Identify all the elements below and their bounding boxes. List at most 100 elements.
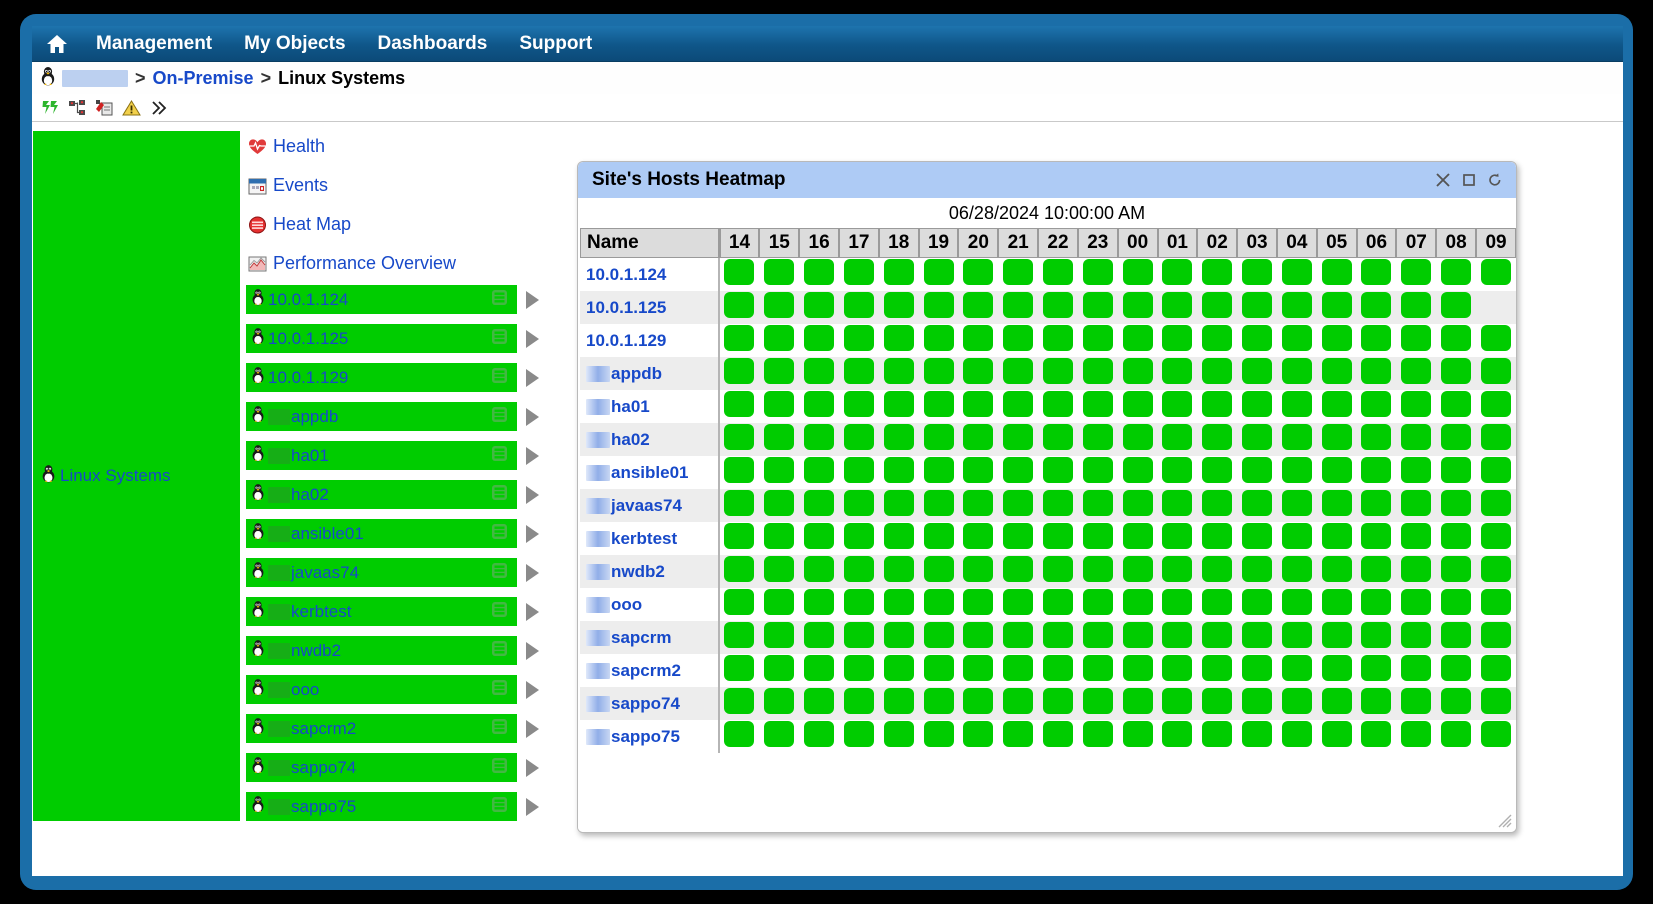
group-status-panel[interactable]: Linux Systems [33,131,240,821]
heatmap-cell[interactable] [1396,555,1437,588]
heatmap-cell[interactable] [998,291,1039,324]
host-details-icon[interactable] [490,756,509,779]
home-icon[interactable] [42,29,72,59]
heatmap-cell[interactable] [1197,324,1237,357]
expand-arrow-icon[interactable] [526,797,539,816]
heatmap-cell[interactable] [1277,456,1317,489]
heatmap-cell[interactable] [918,423,959,456]
refresh-icon[interactable] [1482,167,1508,193]
host-list-item[interactable]: javaas74 [244,556,539,589]
tree-link-heat-map[interactable]: Heat Map [244,205,519,244]
heatmap-cell[interactable] [919,456,959,489]
heatmap-cell[interactable] [1038,720,1078,753]
heatmap-cell[interactable] [958,654,998,687]
heatmap-cell[interactable] [839,522,879,555]
heatmap-cell[interactable] [1277,324,1317,357]
heatmap-cell[interactable] [839,654,879,687]
heatmap-cell[interactable] [958,687,999,720]
heatmap-row-label[interactable]: ansible01 [580,456,720,489]
heatmap-cell[interactable] [759,654,799,687]
heatmap-cell[interactable] [1197,687,1238,720]
heatmap-cell[interactable] [1357,720,1397,753]
expand-arrow-icon[interactable] [526,680,539,699]
heatmap-cell[interactable] [839,357,879,390]
heatmap-cell[interactable] [1197,423,1238,456]
column-header-hour[interactable]: 02 [1197,228,1238,258]
column-header-hour[interactable]: 05 [1316,228,1357,258]
expand-arrow-icon[interactable] [526,407,539,426]
tree-link-events[interactable]: Events [244,166,519,205]
heatmap-cell[interactable] [759,555,800,588]
heatmap-cell[interactable] [1158,456,1198,489]
heatmap-cell[interactable] [1038,324,1078,357]
column-header-hour[interactable]: 01 [1157,228,1198,258]
nav-item-support[interactable]: Support [503,31,608,57]
heatmap-cell[interactable] [1356,291,1397,324]
column-header-hour[interactable]: 17 [839,228,879,258]
heatmap-cell[interactable] [799,258,839,291]
heatmap-cell[interactable] [1436,621,1477,654]
heatmap-cell[interactable] [1117,687,1158,720]
heatmap-cell[interactable] [1038,555,1078,588]
heatmap-cell[interactable] [1197,489,1238,522]
heatmap-row-label[interactable]: sappo75 [580,720,720,753]
heatmap-cell[interactable] [1316,291,1357,324]
heatmap-cell[interactable] [1158,390,1198,423]
heatmap-cell[interactable] [998,456,1038,489]
heatmap-cell[interactable] [1197,720,1237,753]
column-header-hour[interactable]: 23 [1077,228,1118,258]
heatmap-cell[interactable] [919,522,959,555]
heatmap-cell[interactable] [1038,522,1078,555]
expand-arrow-icon[interactable] [526,602,539,621]
heatmap-cell[interactable] [1117,489,1158,522]
expand-arrow-icon[interactable] [526,719,539,738]
heatmap-cell[interactable] [839,324,879,357]
nav-item-dashboards[interactable]: Dashboards [362,31,504,57]
heatmap-cell[interactable] [759,588,799,621]
heatmap-cell[interactable] [1078,324,1118,357]
heatmap-cell[interactable] [759,522,799,555]
heatmap-row-label[interactable]: javaas74 [580,489,720,522]
host-list-item[interactable]: 10.0.1.129 [244,361,539,394]
column-header-hour[interactable]: 06 [1356,228,1397,258]
breadcrumb-link-on-premise[interactable]: On-Premise [153,68,254,89]
heatmap-cell[interactable] [1476,357,1516,390]
heatmap-cell[interactable] [1038,357,1078,390]
column-header-hour[interactable]: 19 [918,228,959,258]
heatmap-cell[interactable] [1237,456,1277,489]
heatmap-cell[interactable] [1317,588,1357,621]
heatmap-cell[interactable] [879,258,919,291]
heatmap-cell[interactable] [958,423,999,456]
heatmap-cell[interactable] [879,654,919,687]
host-details-icon[interactable] [490,444,509,467]
heatmap-cell[interactable] [918,621,959,654]
heatmap-cell[interactable] [1078,390,1118,423]
heatmap-cell[interactable] [1357,522,1397,555]
heatmap-cell[interactable] [1476,291,1516,324]
host-list-item[interactable]: appdb [244,400,539,433]
heatmap-cell[interactable] [1038,621,1078,654]
heatmap-cell[interactable] [919,390,959,423]
heatmap-cell[interactable] [1078,258,1118,291]
heatmap-cell[interactable] [759,621,800,654]
heatmap-cell[interactable] [1237,687,1277,720]
heatmap-cell[interactable] [1396,456,1436,489]
heatmap-cell[interactable] [1396,258,1436,291]
heatmap-cell[interactable] [759,324,799,357]
host-details-icon[interactable] [490,327,509,350]
heatmap-cell[interactable] [1276,423,1317,456]
heatmap-cell[interactable] [1237,324,1277,357]
heatmap-cell[interactable] [1117,621,1158,654]
column-header-hour[interactable]: 04 [1276,228,1317,258]
heatmap-cell[interactable] [1357,456,1397,489]
heatmap-cell[interactable] [1157,621,1198,654]
heatmap-cell[interactable] [1117,423,1158,456]
host-list-item[interactable]: sappo74 [244,751,539,784]
heatmap-cell[interactable] [1118,456,1158,489]
heatmap-cell[interactable] [998,621,1039,654]
heatmap-cell[interactable] [1396,357,1437,390]
heatmap-cell[interactable] [839,390,879,423]
heatmap-cell[interactable] [998,654,1038,687]
heatmap-cell[interactable] [1317,390,1357,423]
heatmap-cell[interactable] [1317,720,1357,753]
